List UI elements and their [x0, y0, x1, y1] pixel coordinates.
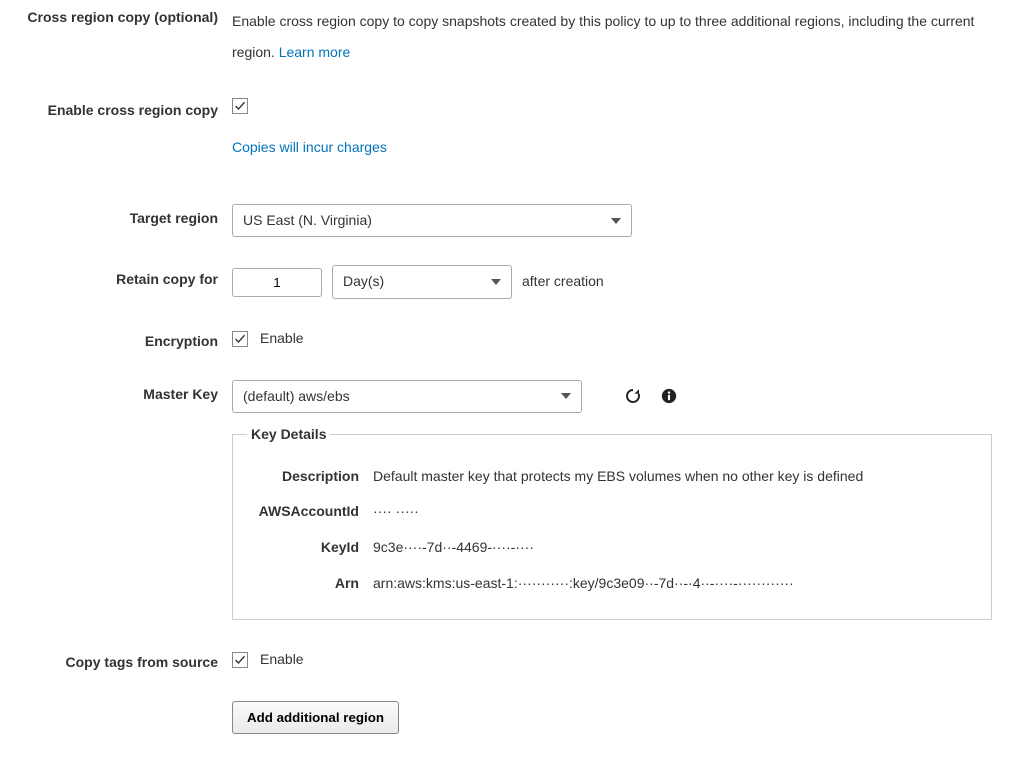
- kd-keyid-value: 9c3e····-7d··-4469-····-····: [373, 538, 977, 558]
- retain-unit-value: Day(s): [343, 272, 384, 292]
- kd-desc-value: Default master key that protects my EBS …: [373, 467, 977, 487]
- retain-unit-select[interactable]: Day(s): [332, 265, 512, 299]
- key-details-legend: Key Details: [247, 425, 330, 445]
- info-button[interactable]: [656, 383, 682, 409]
- kd-acct-label: AWSAccountId: [247, 502, 373, 522]
- target-region-label: Target region: [130, 210, 218, 226]
- refresh-button[interactable]: [620, 383, 646, 409]
- retain-count-input[interactable]: [232, 268, 322, 297]
- encryption-label: Encryption: [145, 333, 218, 349]
- encryption-checkbox[interactable]: [232, 331, 248, 347]
- kd-arn-label: Arn: [247, 574, 373, 594]
- check-icon: [234, 654, 246, 666]
- refresh-icon: [624, 387, 642, 405]
- section-title: Cross region copy (optional): [27, 9, 218, 25]
- retain-label: Retain copy for: [116, 271, 218, 287]
- chevron-down-icon: [611, 218, 621, 224]
- enable-copy-checkbox[interactable]: [232, 98, 248, 114]
- target-region-value: US East (N. Virginia): [243, 211, 372, 231]
- add-region-button[interactable]: Add additional region: [232, 701, 399, 734]
- encryption-enable-text: Enable: [260, 329, 304, 349]
- copy-tags-checkbox[interactable]: [232, 652, 248, 668]
- copy-tags-label: Copy tags from source: [66, 654, 218, 670]
- kd-acct-value: ···· ·····: [373, 502, 977, 522]
- chevron-down-icon: [491, 279, 501, 285]
- key-details-fieldset: Key Details Description Default master k…: [232, 425, 992, 620]
- master-key-select[interactable]: (default) aws/ebs: [232, 380, 582, 414]
- check-icon: [234, 333, 246, 345]
- check-icon: [234, 100, 246, 112]
- copy-tags-enable-text: Enable: [260, 650, 304, 670]
- learn-more-link[interactable]: Learn more: [279, 44, 351, 60]
- section-description: Enable cross region copy to copy snapsho…: [232, 6, 1029, 68]
- copies-charges-link[interactable]: Copies will incur charges: [232, 139, 387, 155]
- chevron-down-icon: [561, 393, 571, 399]
- kd-desc-label: Description: [247, 467, 373, 487]
- retain-suffix: after creation: [522, 272, 604, 292]
- target-region-select[interactable]: US East (N. Virginia): [232, 204, 632, 238]
- enable-copy-label: Enable cross region copy: [48, 102, 218, 118]
- master-key-label: Master Key: [143, 386, 218, 402]
- info-icon: [660, 387, 678, 405]
- kd-arn-value: arn:aws:kms:us-east-1:···········:key/9c…: [373, 574, 977, 594]
- kd-keyid-label: KeyId: [247, 538, 373, 558]
- master-key-value: (default) aws/ebs: [243, 387, 350, 407]
